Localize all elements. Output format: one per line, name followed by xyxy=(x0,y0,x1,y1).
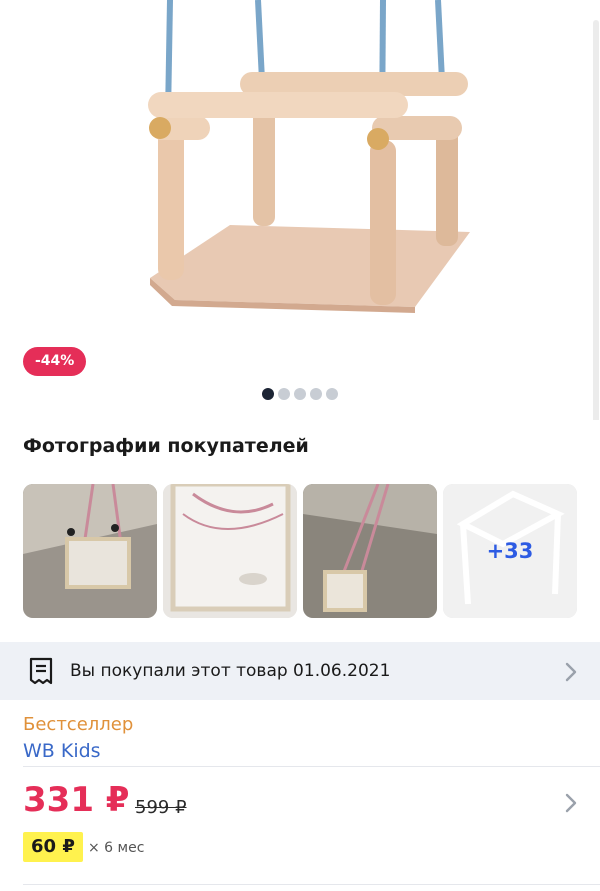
brand-link[interactable]: WB Kids xyxy=(23,740,101,762)
customer-photos-title: Фотографии покупателей xyxy=(23,435,309,457)
product-image-gallery[interactable] xyxy=(0,0,600,420)
gallery-dot[interactable] xyxy=(326,388,338,400)
price-chevron-right-icon[interactable] xyxy=(564,793,578,813)
page-scrollbar[interactable] xyxy=(592,20,600,420)
divider xyxy=(23,884,600,885)
receipt-icon xyxy=(29,657,53,685)
chevron-right-icon xyxy=(565,662,577,682)
more-photos-count: +33 xyxy=(486,539,534,563)
gallery-dot[interactable] xyxy=(262,388,274,400)
installment-price[interactable]: 60 ₽ xyxy=(23,832,83,862)
current-price: 331 ₽ xyxy=(23,780,130,820)
gallery-dot[interactable] xyxy=(278,388,290,400)
customer-photo[interactable] xyxy=(23,484,157,618)
gallery-pagination[interactable] xyxy=(262,388,338,400)
gallery-dot[interactable] xyxy=(294,388,306,400)
customer-photo[interactable] xyxy=(303,484,437,618)
discount-badge: -44% xyxy=(23,347,87,376)
bestseller-label: Бестселлер xyxy=(23,714,134,735)
gallery-dot[interactable] xyxy=(310,388,322,400)
customer-photo[interactable] xyxy=(163,484,297,618)
product-image xyxy=(148,0,470,313)
purchase-history-text: Вы покупали этот товар 01.06.2021 xyxy=(70,661,391,681)
customer-photos-list: +33 xyxy=(23,484,577,618)
divider xyxy=(23,766,600,767)
old-price: 599 ₽ xyxy=(135,797,187,818)
purchase-history-row[interactable]: Вы покупали этот товар 01.06.2021 xyxy=(0,642,600,700)
customer-photo-more[interactable]: +33 xyxy=(443,484,577,618)
installment-term: × 6 мес xyxy=(88,840,145,856)
